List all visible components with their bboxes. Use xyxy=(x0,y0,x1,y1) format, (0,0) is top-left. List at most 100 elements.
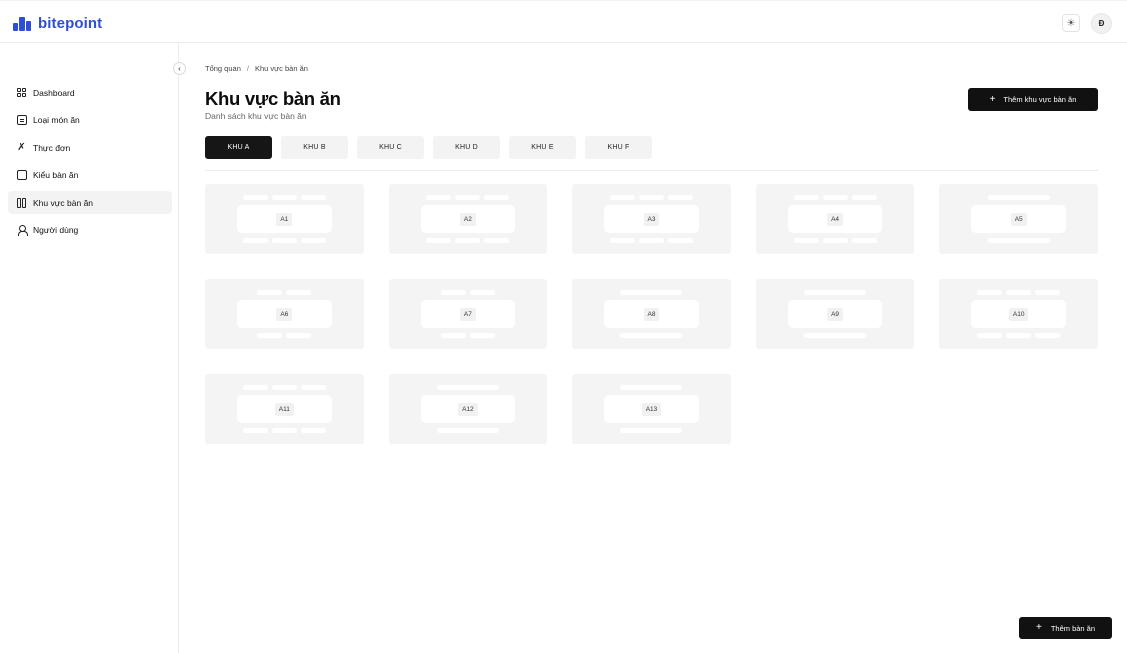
user-icon xyxy=(16,225,28,236)
sidebar-item-dish-types[interactable]: Loại món ăn xyxy=(8,109,172,132)
seat xyxy=(851,195,877,200)
seat xyxy=(977,290,1003,295)
page-title: Khu vực bàn ăn xyxy=(205,88,341,109)
seat xyxy=(300,238,326,243)
table-surface: A2 xyxy=(420,205,516,233)
table-card[interactable]: A6 xyxy=(205,279,364,349)
seat xyxy=(436,385,499,390)
seat xyxy=(436,428,499,433)
table-card[interactable]: A7 xyxy=(388,279,548,349)
sidebar-item-users[interactable]: Người dùng xyxy=(8,219,172,242)
logo-icon xyxy=(13,16,32,31)
seat xyxy=(242,238,268,243)
seat xyxy=(620,333,683,338)
tab-khu-c[interactable]: KHU C xyxy=(357,136,424,159)
seat xyxy=(638,195,664,200)
table-card[interactable]: A1 xyxy=(205,184,364,254)
sidebar-item-label: Dashboard xyxy=(33,87,75,98)
seat xyxy=(300,385,326,390)
sun-icon: ☀ xyxy=(1066,17,1076,29)
sidebar-item-label: Khu vực bàn ăn xyxy=(33,197,94,208)
breadcrumb: Tổng quan / Khu vực bàn ăn xyxy=(205,64,308,73)
top-bar: bitepoint ☀ Đ xyxy=(0,0,1127,43)
user-avatar[interactable]: Đ xyxy=(1091,13,1112,34)
sidebar-item-table-areas[interactable]: Khu vực bàn ăn xyxy=(8,191,172,214)
table-label: A3 xyxy=(643,212,660,226)
tab-khu-e[interactable]: KHU E xyxy=(509,136,576,159)
tab-khu-b[interactable]: KHU B xyxy=(281,136,348,159)
bottom-seats xyxy=(572,333,731,338)
top-seats xyxy=(572,195,731,200)
table-label: A6 xyxy=(276,307,293,321)
breadcrumb-root[interactable]: Tổng quan xyxy=(205,64,241,73)
theme-toggle-button[interactable]: ☀ xyxy=(1062,14,1080,32)
seat xyxy=(804,290,867,295)
table-card[interactable]: A13 xyxy=(572,374,731,444)
top-seats xyxy=(205,290,364,295)
seat xyxy=(455,238,481,243)
seat xyxy=(1006,290,1032,295)
table-label: A11 xyxy=(274,402,294,416)
seat xyxy=(484,238,510,243)
sidebar-item-table-types[interactable]: Kiểu bàn ăn xyxy=(8,164,172,187)
seat xyxy=(793,195,819,200)
app-logo[interactable]: bitepoint xyxy=(13,15,102,32)
add-table-button[interactable]: + Thêm bàn ăn xyxy=(1019,617,1112,639)
seat xyxy=(286,333,312,338)
seat xyxy=(484,195,510,200)
seat xyxy=(455,195,481,200)
seat xyxy=(242,195,268,200)
tab-khu-f[interactable]: KHU F xyxy=(585,136,652,159)
table-label: A10 xyxy=(1008,307,1029,321)
collapse-sidebar-button[interactable]: ‹ xyxy=(173,62,186,75)
tab-khu-a[interactable]: KHU A xyxy=(205,136,272,159)
seat xyxy=(1035,290,1061,295)
seat xyxy=(426,238,452,243)
bottom-seats xyxy=(756,333,915,338)
seat xyxy=(271,385,297,390)
table-surface: A12 xyxy=(420,395,516,423)
table-card[interactable]: A10 xyxy=(939,279,1098,349)
table-card[interactable]: A2 xyxy=(388,184,548,254)
top-seats xyxy=(205,195,364,200)
sidebar: Dashboard Loại món ăn ✗ Thực đơn Kiểu bà… xyxy=(0,43,179,653)
table-card[interactable]: A9 xyxy=(755,279,915,349)
table-surface: A3 xyxy=(604,205,699,233)
top-seats xyxy=(756,290,915,295)
table-card[interactable]: A4 xyxy=(755,184,915,254)
seat xyxy=(469,333,495,338)
add-area-button[interactable]: + Thêm khu vực bàn ăn xyxy=(968,88,1098,111)
seat xyxy=(793,238,819,243)
seat xyxy=(987,238,1050,243)
sidebar-item-menu[interactable]: ✗ Thực đơn xyxy=(8,136,172,159)
seat xyxy=(242,385,268,390)
table-card[interactable]: A11 xyxy=(205,374,364,444)
add-table-label: Thêm bàn ăn xyxy=(1050,623,1096,633)
table-grid: A1 A2 A3 A4 A5 A6 A7 A8 A9 A10 A11 A12 A13 xyxy=(205,184,1098,444)
table-card[interactable]: A3 xyxy=(572,184,731,254)
table-card[interactable]: A8 xyxy=(572,279,731,349)
seat xyxy=(1035,333,1061,338)
sidebar-item-label: Thực đơn xyxy=(33,142,71,153)
top-seats xyxy=(389,195,548,200)
bottom-seats xyxy=(205,238,364,243)
split-layout-icon xyxy=(16,197,27,208)
plus-icon: + xyxy=(989,93,996,105)
seat xyxy=(822,195,848,200)
tab-khu-d[interactable]: KHU D xyxy=(433,136,500,159)
table-surface: A8 xyxy=(604,300,699,328)
top-seats xyxy=(205,385,364,390)
sidebar-item-dashboard[interactable]: Dashboard xyxy=(8,81,172,104)
bottom-seats xyxy=(389,238,548,243)
bottom-seats xyxy=(205,333,364,338)
table-surface: A11 xyxy=(237,395,332,423)
sidebar-item-label: Loại món ăn xyxy=(33,115,80,125)
app-name: bitepoint xyxy=(38,15,103,32)
breadcrumb-separator: / xyxy=(246,64,249,73)
seat xyxy=(469,290,495,295)
table-card[interactable]: A5 xyxy=(939,184,1098,254)
table-label: A13 xyxy=(641,402,662,416)
table-surface: A13 xyxy=(604,395,699,423)
table-card[interactable]: A12 xyxy=(388,374,548,444)
seat xyxy=(667,195,693,200)
